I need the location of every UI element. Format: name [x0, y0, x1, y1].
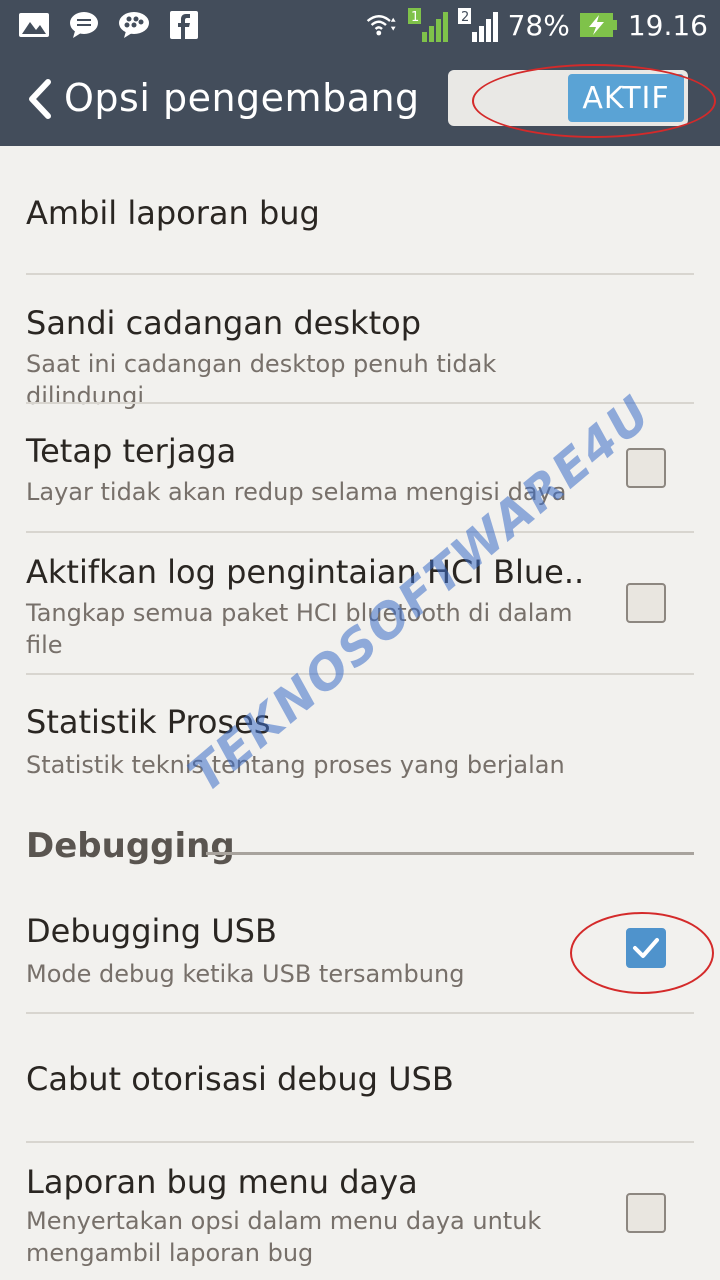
bbm-icon [118, 10, 150, 40]
toggle-on-label: AKTIF [568, 74, 684, 122]
sim2-label: 2 [461, 10, 469, 25]
message-icon [68, 10, 100, 40]
list-item-process-stats[interactable]: Statistik Proses Statistik teknis tentan… [0, 675, 720, 795]
action-bar: Opsi pengembang AKTIF [0, 50, 720, 146]
item-subtitle: Tangkap semua paket HCI bluetooth di dal… [26, 599, 573, 659]
item-title: Statistik Proses [26, 703, 271, 741]
list-item-usb-debugging[interactable]: Debugging USB Mode debug ketika USB ters… [0, 884, 720, 1012]
notification-icons [18, 8, 200, 42]
item-title: Tetap terjaga [26, 432, 237, 470]
back-button[interactable] [24, 78, 54, 120]
list-item-stay-awake[interactable]: Tetap terjaga Layar tidak akan redup sel… [0, 404, 720, 532]
item-title: Sandi cadangan desktop [26, 304, 421, 342]
signal-sim1-icon: 1 [407, 8, 448, 42]
item-title: Ambil laporan bug [26, 194, 320, 232]
list-item-revoke-usb-auth[interactable]: Cabut otorisasi debug USB [0, 1014, 720, 1142]
item-title: Laporan bug menu daya [26, 1163, 418, 1201]
hci-snoop-log-checkbox[interactable] [626, 583, 666, 623]
facebook-icon [168, 10, 200, 40]
section-header-debugging: Debugging [26, 826, 235, 866]
battery-percent: 78% [507, 8, 570, 42]
item-title: Debugging USB [26, 912, 277, 950]
chevron-left-icon [29, 79, 51, 119]
gallery-icon [18, 10, 50, 40]
checkmark-icon [633, 938, 659, 958]
clock: 19.16 [627, 8, 708, 42]
item-subtitle: Menyertakan opsi dalam menu daya untuk m… [26, 1207, 542, 1267]
wifi-icon [366, 10, 398, 40]
section-divider [206, 852, 694, 855]
item-subtitle: Mode debug ketika USB tersambung [26, 960, 465, 988]
item-title: Cabut otorisasi debug USB [26, 1060, 454, 1098]
stay-awake-checkbox[interactable] [626, 448, 666, 488]
status-bar: 1 2 78% 19.16 [0, 0, 720, 50]
usb-debugging-checkbox[interactable] [626, 928, 666, 968]
page-title: Opsi pengembang [64, 76, 420, 120]
signal-sim2-icon: 2 [457, 8, 498, 42]
list-item-power-menu-bug-report[interactable]: Laporan bug menu daya Menyertakan opsi d… [0, 1143, 720, 1280]
item-subtitle: Layar tidak akan redup selama mengisi da… [26, 478, 567, 506]
list-item-bug-report[interactable]: Ambil laporan bug [0, 146, 720, 276]
list-item-hci-snoop-log[interactable]: Aktifkan log pengintaian HCI Blue.. Tang… [0, 533, 720, 673]
battery-charging-icon [579, 10, 618, 40]
power-menu-bug-report-checkbox[interactable] [626, 1193, 666, 1233]
divider [26, 273, 694, 275]
sim1-label: 1 [411, 10, 419, 25]
item-subtitle: Statistik teknis tentang proses yang ber… [26, 751, 565, 779]
developer-options-toggle[interactable]: AKTIF [448, 70, 688, 126]
system-icons: 1 2 78% 19.16 [366, 8, 708, 42]
item-title: Aktifkan log pengintaian HCI Blue.. [26, 553, 585, 591]
list-item-desktop-backup-password[interactable]: Sandi cadangan desktop Saat ini cadangan… [0, 276, 720, 410]
